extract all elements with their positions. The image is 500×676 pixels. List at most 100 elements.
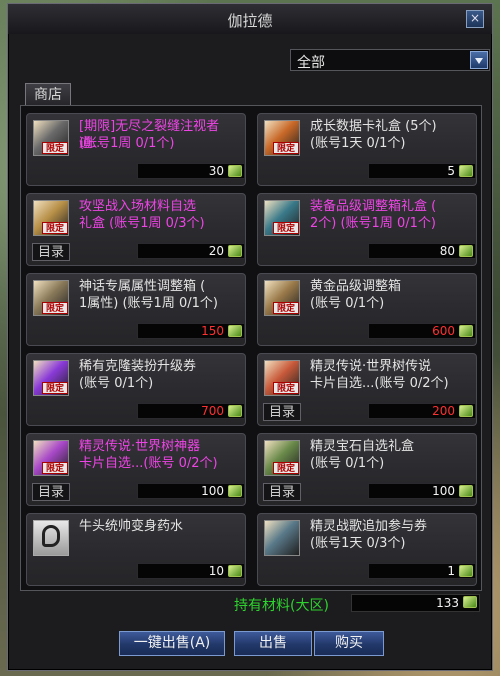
material-leaf-icon [459,565,473,577]
shop-item-card[interactable]: 限定 攻坚战入场材料自选 礼盒 (账号1周 0/3个) 目录 20 [26,193,246,266]
owned-material-value: 133 [436,596,459,610]
ticket-icon [264,520,300,556]
title-bar[interactable]: 伽拉德 × [8,4,492,34]
item-name: 攻坚战入场材料自选 [79,199,197,214]
chevron-down-icon[interactable] [470,51,488,69]
chest-icon: 限定 [264,280,300,316]
item-price-box: 150 [137,323,245,339]
ticket-icon: 限定 [33,360,69,396]
material-leaf-icon [228,565,242,577]
item-price-box: 30 [137,163,245,179]
item-name: 神话专属属性调整箱 ( [79,279,206,294]
tab-shop[interactable]: 商店 [25,83,71,105]
item-limit: 1属性) (账号1周 0/1个) [79,296,218,311]
material-leaf-icon [228,405,242,417]
shop-item-card[interactable]: 限定 神话专属属性调整箱 ( 1属性) (账号1周 0/1个) 150 [26,273,246,346]
item-price: 10 [208,564,224,578]
shop-window: 伽拉德 × 全部 商店 限定 [期限]无尽之裂缝注视者道... (账号1周 0/… [7,3,493,671]
material-leaf-icon [459,325,473,337]
limited-badge: 限定 [42,142,68,154]
shop-item-card[interactable]: 精灵战歌追加参与券 (账号1天 0/3个) 1 [257,513,477,586]
shop-item-card[interactable]: 限定 精灵传说·世界树神器 卡片自选...(账号 0/2个) 目录 100 [26,433,246,506]
window-title: 伽拉德 [227,12,273,30]
category-filter-dropdown[interactable]: 全部 [290,49,490,71]
owned-material-box: 133 [351,594,480,612]
box-icon: 限定 [33,200,69,236]
close-button[interactable]: × [466,10,484,28]
limited-badge: 限定 [273,382,299,394]
item-limit: 2个) (账号1周 0/1个) [310,216,436,231]
item-name: 装备品级调整箱礼盒 ( [310,199,437,214]
material-leaf-icon [228,245,242,257]
limited-badge: 限定 [42,302,68,314]
material-leaf-icon [459,245,473,257]
category-filter-value: 全部 [297,55,325,71]
material-leaf-icon [459,165,473,177]
limited-badge: 限定 [273,222,299,234]
shop-item-card[interactable]: 限定 黄金品级调整箱 (账号 0/1个) 600 [257,273,477,346]
item-price: 600 [432,324,455,338]
item-limit: (账号 0/1个) [79,376,154,391]
item-price: 1 [447,564,455,578]
shop-item-card[interactable]: 限定 稀有克隆装扮升级券 (账号 0/1个) 700 [26,353,246,426]
chest-icon: 限定 [33,280,69,316]
item-price: 80 [439,244,455,258]
item-price-box: 700 [137,403,245,419]
shop-item-card[interactable]: 限定 精灵宝石自选礼盒 (账号 0/1个) 目录 100 [257,433,477,506]
material-leaf-icon [228,165,242,177]
item-price-box: 200 [368,403,476,419]
sell-all-button[interactable]: 一键出售(A) [119,631,225,656]
material-leaf-icon [459,485,473,497]
material-leaf-icon [463,596,477,608]
item-name: 精灵传说·世界树神器 [79,439,201,454]
limited-badge: 限定 [273,142,299,154]
item-limit: 卡片自选...(账号 0/2个) [79,456,218,471]
item-price-box: 1 [368,563,476,579]
item-limit: (账号1天 0/1个) [310,136,406,151]
material-leaf-icon [228,325,242,337]
gift-icon: 限定 [264,120,300,156]
item-price: 5 [447,164,455,178]
limited-badge: 限定 [273,462,299,474]
item-name: 黄金品级调整箱 [310,279,402,294]
item-name: 精灵宝石自选礼盒 [310,439,415,454]
sell-button[interactable]: 出售 [234,631,312,656]
item-limit: 礼盒 (账号1周 0/3个) [79,216,205,231]
owned-material-label: 持有材料(大区) [234,598,329,614]
buy-button[interactable]: 购买 [314,631,384,656]
item-price: 20 [208,244,224,258]
item-name: 精灵战歌追加参与券 [310,519,428,534]
limited-badge: 限定 [42,382,68,394]
catalog-button[interactable]: 目录 [263,483,301,501]
catalog-button[interactable]: 目录 [263,403,301,421]
catalog-button[interactable]: 目录 [32,243,70,261]
item-name: 牛头统帅变身药水 [79,519,184,534]
item-limit: (账号 0/1个) [310,296,385,311]
item-name: 稀有克隆装扮升级券 [79,359,197,374]
shop-item-card[interactable]: 限定 [期限]无尽之裂缝注视者道... (账号1周 0/1个) 30 [26,113,246,186]
item-limit: (账号1周 0/1个) [79,136,175,151]
card-icon: 限定 [264,360,300,396]
gear-icon: 限定 [33,120,69,156]
item-price: 100 [201,484,224,498]
shop-item-card[interactable]: 限定 装备品级调整箱礼盒 ( 2个) (账号1周 0/1个) 80 [257,193,477,266]
limited-badge: 限定 [273,302,299,314]
catalog-button[interactable]: 目录 [32,483,70,501]
question-icon [33,520,69,556]
chest-icon: 限定 [264,200,300,236]
card-icon: 限定 [33,440,69,476]
limited-badge: 限定 [42,462,68,474]
item-name: 精灵传说·世界树传说 [310,359,432,374]
item-price-box: 5 [368,163,476,179]
item-list-panel: 限定 [期限]无尽之裂缝注视者道... (账号1周 0/1个) 30 限定 成长… [20,105,482,591]
shop-item-card[interactable]: 限定 成长数据卡礼盒 (5个) (账号1天 0/1个) 5 [257,113,477,186]
shop-item-card[interactable]: 牛头统帅变身药水 10 [26,513,246,586]
shop-item-card[interactable]: 限定 精灵传说·世界树传说 卡片自选...(账号 0/2个) 目录 200 [257,353,477,426]
item-limit: (账号 0/1个) [310,456,385,471]
item-price: 100 [432,484,455,498]
item-price: 150 [201,324,224,338]
item-price-box: 20 [137,243,245,259]
item-price: 700 [201,404,224,418]
item-limit: (账号1天 0/3个) [310,536,406,551]
limited-badge: 限定 [42,222,68,234]
